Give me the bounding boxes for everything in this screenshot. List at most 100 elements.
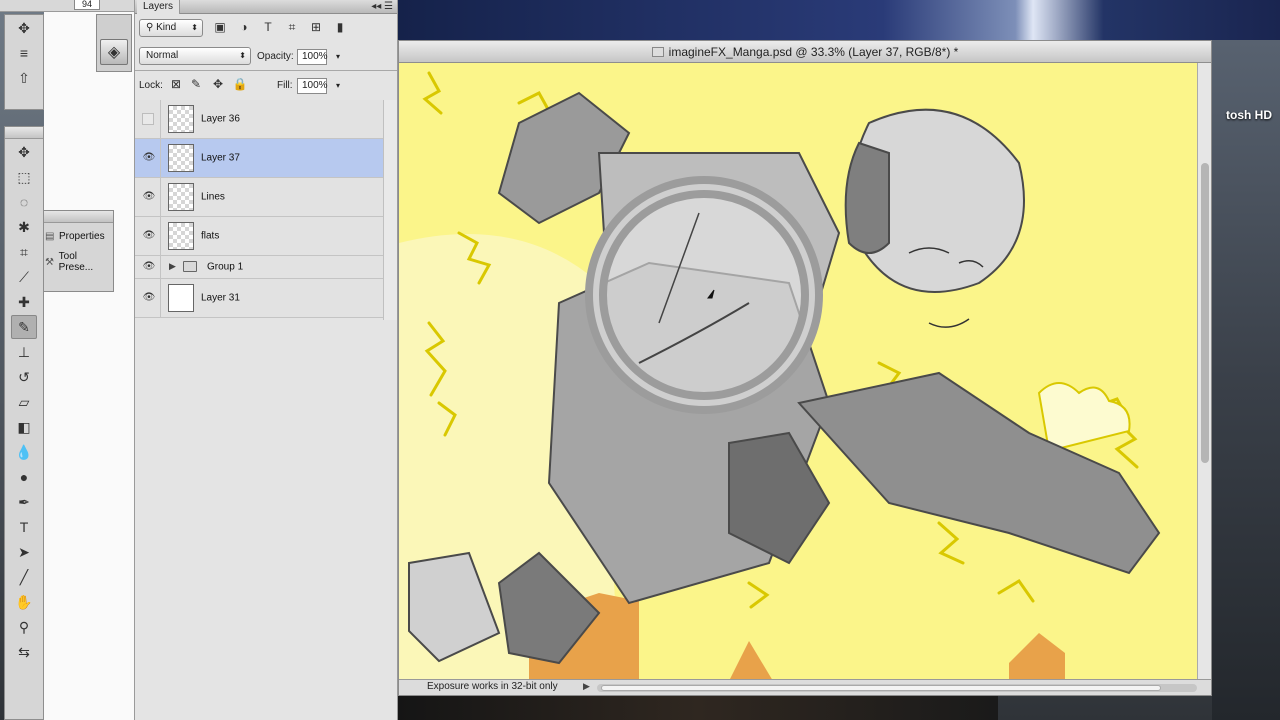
properties-label: Properties	[59, 230, 105, 242]
healing-icon[interactable]: ✚	[11, 290, 37, 314]
background-app-window	[398, 0, 1280, 40]
brush-preset-icon[interactable]: ≡	[11, 41, 37, 65]
eyedropper-icon[interactable]: ⟋	[11, 265, 37, 289]
hand-icon[interactable]: ✋	[11, 590, 37, 614]
gradient-icon[interactable]: ◧	[11, 415, 37, 439]
lock-position-icon[interactable]: ✥	[209, 75, 227, 93]
layer-name: Layer 37	[201, 152, 240, 164]
history-brush-icon[interactable]: ↺	[11, 365, 37, 389]
zoom-icon[interactable]: ⚲	[11, 615, 37, 639]
layer-row-lines[interactable]: 👁 Lines	[135, 178, 383, 217]
quick-select-icon[interactable]: ✱	[11, 215, 37, 239]
filter-smart-object-icon[interactable]: ⊞	[307, 18, 325, 36]
divider	[160, 100, 161, 138]
fill-field[interactable]: 100% ▾	[297, 78, 340, 94]
filter-row: ⚲ Kind ⬍ ▣ ◑ T ⌗ ⊞ ▮	[135, 14, 397, 42]
pen-icon[interactable]: ✒	[11, 490, 37, 514]
opacity-label: Opacity:	[257, 51, 294, 62]
chevron-down-icon: ▾	[335, 81, 340, 90]
filter-toggle-icon[interactable]: ▮	[331, 18, 349, 36]
type-icon[interactable]: T	[11, 515, 37, 539]
panel-menu-icon[interactable]: ◂◂ ☰	[371, 1, 393, 12]
tools-title-bar[interactable]	[5, 127, 43, 139]
chevron-updown-icon: ⬍	[191, 23, 198, 32]
blend-mode-label: Normal	[146, 50, 179, 61]
filter-kind-label: Kind	[156, 22, 177, 33]
filter-type-icon[interactable]: T	[259, 18, 277, 36]
eye-icon[interactable]: 👁	[141, 291, 157, 305]
status-bar: Exposure works in 32-bit only ▶	[399, 679, 1211, 695]
status-text: Exposure works in 32-bit only	[427, 681, 558, 692]
lock-all-icon[interactable]: 🔒	[231, 75, 249, 93]
layers-tab-bar: Layers ◂◂ ☰	[135, 0, 397, 14]
layer-thumbnail	[168, 183, 194, 211]
left-workspace-area	[44, 0, 134, 720]
mini-tool-panel: ✥ ≡ ⇧	[4, 14, 44, 110]
divider	[160, 217, 161, 255]
lasso-icon[interactable]: ◌	[11, 190, 37, 214]
tools-panel: ✥ ⬚ ◌ ✱ ⌗ ⟋ ✚ ✎ ⊥ ↺ ▱ ◧ 💧 ● ✒ T ➤ ╱ ✋ ⚲ …	[4, 126, 44, 720]
crop-icon[interactable]: ⌗	[11, 240, 37, 264]
line-icon[interactable]: ╱	[11, 565, 37, 589]
eye-icon[interactable]: 👁	[141, 190, 157, 204]
canvas-horizontal-scrollbar[interactable]	[597, 684, 1197, 692]
move-icon[interactable]: ✥	[11, 140, 37, 164]
eye-icon[interactable]: 👁	[141, 151, 157, 165]
layer-name: Group 1	[207, 261, 244, 273]
tool-presets-label: Tool Prese...	[58, 251, 94, 273]
filter-pixel-icon[interactable]: ▣	[211, 18, 229, 36]
canvas-vertical-scrollbar[interactable]	[1197, 63, 1211, 681]
clone-source-icon[interactable]: ⇧	[11, 66, 37, 90]
divider	[160, 178, 161, 216]
document-title-bar[interactable]: imagineFX_Manga.psd @ 33.3% (Layer 37, R…	[399, 41, 1211, 63]
tool-presets-item[interactable]: ⚒ Tool Prese...	[43, 249, 113, 275]
layer-row-layer-31[interactable]: 👁 Layer 31	[135, 279, 383, 318]
dodge-icon[interactable]: ●	[11, 465, 37, 489]
lock-image-icon[interactable]: ✎	[187, 75, 205, 93]
desktop-hd-label: tosh HD	[1226, 108, 1272, 122]
layer-row-layer-37[interactable]: 👁 Layer 37	[135, 139, 383, 178]
filter-kind-select[interactable]: ⚲ Kind ⬍	[139, 19, 203, 37]
properties-presets-panel: ▤ Properties ⚒ Tool Prese...	[42, 210, 114, 292]
filter-adjustment-icon[interactable]: ◑	[235, 18, 253, 36]
eye-icon[interactable]: 👁	[141, 229, 157, 243]
layer-thumbnail	[168, 105, 194, 133]
layers-scrollbar[interactable]	[383, 100, 397, 320]
move-tool-icon[interactable]: ✥	[11, 16, 37, 40]
visibility-toggle[interactable]	[142, 113, 154, 125]
disclosure-triangle-icon[interactable]: ▶	[169, 261, 176, 272]
document-title: imagineFX_Manga.psd @ 33.3% (Layer 37, R…	[668, 45, 959, 59]
layer-name: Layer 36	[201, 113, 240, 125]
properties-item[interactable]: ▤ Properties	[43, 223, 113, 249]
lock-row: Lock: ⊠ ✎ ✥ 🔒 Fill: 100% ▾	[135, 71, 397, 99]
opacity-value: 100%	[302, 51, 328, 62]
blur-icon[interactable]: 💧	[11, 440, 37, 464]
eraser-icon[interactable]: ▱	[11, 390, 37, 414]
marquee-icon[interactable]: ⬚	[11, 165, 37, 189]
scroll-thumb[interactable]	[601, 685, 1161, 691]
blend-mode-select[interactable]: Normal ⬍	[139, 47, 251, 65]
scroll-thumb[interactable]	[1201, 163, 1209, 463]
panel-title-bar[interactable]	[43, 211, 113, 223]
lock-transparent-icon[interactable]: ⊠	[167, 75, 185, 93]
layers-panel-icon[interactable]: ◈	[100, 39, 128, 65]
stamp-icon[interactable]: ⊥	[11, 340, 37, 364]
blend-row: Normal ⬍ Opacity: 100% ▾	[135, 42, 397, 70]
status-menu-icon[interactable]: ▶	[583, 681, 590, 692]
canvas[interactable]	[399, 63, 1197, 681]
properties-icon: ▤	[45, 230, 55, 242]
filter-shape-icon[interactable]: ⌗	[283, 18, 301, 36]
path-select-icon[interactable]: ➤	[11, 540, 37, 564]
eye-icon[interactable]: 👁	[141, 260, 157, 274]
layer-row-group-1[interactable]: 👁 ▶ Group 1	[135, 256, 383, 279]
divider	[160, 139, 161, 177]
layer-row-flats[interactable]: 👁 flats	[135, 217, 383, 256]
tab-layers[interactable]: Layers	[137, 0, 181, 14]
opacity-field[interactable]: 100% ▾	[297, 49, 340, 65]
brush-icon[interactable]: ✎	[11, 315, 37, 339]
panel-dock-strip: ◈	[96, 14, 132, 72]
swap-colors-icon[interactable]: ⇆	[11, 640, 37, 664]
layer-row-layer-36[interactable]: Layer 36	[135, 100, 383, 139]
layer-list: Layer 36 👁 Layer 37 👁 Lines 👁 flats 👁 ▶ …	[135, 100, 383, 318]
brush-size-field[interactable]: 94	[74, 0, 100, 10]
